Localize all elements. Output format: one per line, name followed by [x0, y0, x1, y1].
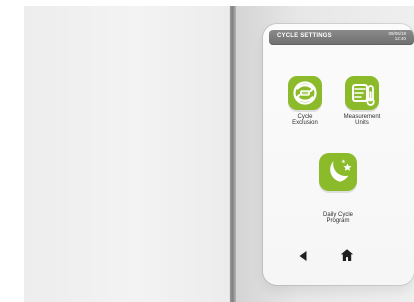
daily-cycle-program-label: Daily Cycle Program: [322, 212, 353, 224]
header-clock: 09/06/18 12:40: [368, 31, 406, 41]
measurement-units-tile[interactable]: [345, 76, 379, 110]
back-arrow-icon: [299, 251, 307, 261]
header-bar: CYCLE SETTINGS 09/06/18 12:40: [269, 30, 414, 45]
measurement-units-label: Measurement Units: [343, 114, 381, 126]
back-button[interactable]: [294, 247, 312, 265]
cycle-exclusion-icon: [293, 81, 317, 105]
left-panel: [24, 6, 230, 302]
device-photo: CYCLE SETTINGS 09/06/18 12:40 Cycle Excl…: [0, 0, 414, 302]
daily-cycle-program-tile[interactable]: [319, 153, 357, 191]
measurement-units-icon: [352, 84, 375, 106]
header-title: CYCLE SETTINGS: [277, 33, 332, 39]
moon-stars-icon: [330, 159, 352, 182]
home-button[interactable]: [338, 246, 356, 264]
home-icon: [340, 249, 354, 261]
header-time: 12:40: [394, 36, 406, 41]
touchscreen: CYCLE SETTINGS 09/06/18 12:40 Cycle Excl…: [263, 24, 414, 285]
cycle-exclusion-tile[interactable]: [288, 76, 322, 110]
